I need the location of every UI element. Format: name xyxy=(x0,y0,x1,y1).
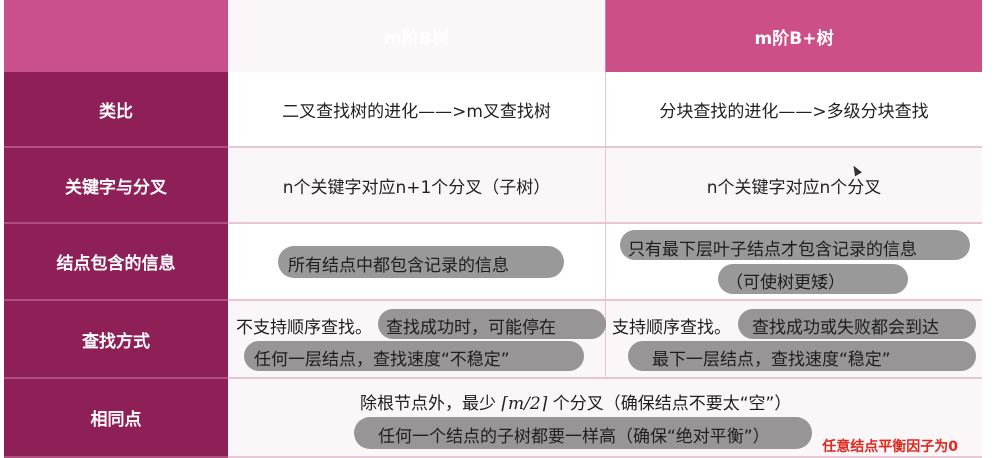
cell-text-line1a: 不支持顺序查找。 xyxy=(236,318,372,338)
row-label-node-info: 结点包含的信息 xyxy=(4,224,228,301)
cell-text-line1: 除根节点外，最少 ⌈m/2⌉ 个分叉（确保结点不要太“空”） xyxy=(360,389,791,414)
cell-b-keys: n个关键字对应n+1个分叉（子树） xyxy=(228,148,606,224)
cell-bplus-analogy: 分块查找的进化——>多级分块查找 xyxy=(606,72,982,148)
cell-bplus-search: 支持顺序查找。 查找成功或失败都会到达 最下一层结点，查找速度“稳定” xyxy=(606,301,982,379)
cell-text-line2: （可使树更矮） xyxy=(726,273,845,293)
header-b-tree: m阶B树 xyxy=(228,0,606,72)
cell-text-line1b: 查找成功或失败都会到达 xyxy=(752,318,939,338)
cell-text-line1: 只有最下层叶子结点才包含记录的信息 xyxy=(628,240,917,260)
cell-text-line1b: 查找成功时，可能停在 xyxy=(386,318,556,338)
cell-text-line2: 最下一层结点，查找速度“稳定” xyxy=(652,350,891,370)
cell-text-suffix: 个分叉（确保结点不要太“空”） xyxy=(547,394,792,414)
row-label-common: 相同点 xyxy=(4,379,228,458)
math-ceil-m-over-2: ⌈m/2⌉ xyxy=(501,394,548,414)
cell-b-info: 所有结点中都包含记录的信息 xyxy=(228,224,606,301)
comparison-table: m阶B树 m阶B+树 类比 二叉查找树的进化——>m叉查找树 分块查找的进化——… xyxy=(4,0,982,458)
cell-text-line1a: 支持顺序查找。 xyxy=(612,318,731,338)
cell-b-analogy: 二叉查找树的进化——>m叉查找树 xyxy=(228,72,606,148)
cell-text-line2: 任何一层结点，查找速度“不稳定” xyxy=(254,350,510,370)
cell-text-prefix: 除根节点外，最少 xyxy=(360,394,502,414)
cell-bplus-info: 只有最下层叶子结点才包含记录的信息 （可使树更矮） xyxy=(606,224,982,301)
cell-bplus-keys: n个关键字对应n个分叉 xyxy=(606,148,982,224)
row-label-analogy: 类比 xyxy=(4,72,228,148)
row-label-search: 查找方式 xyxy=(4,301,228,379)
header-bplus-tree: m阶B+树 xyxy=(606,0,982,72)
cell-text: 所有结点中都包含记录的信息 xyxy=(288,256,509,276)
annotation-note: 任意结点平衡因子为0 xyxy=(822,439,958,455)
row-label-keys-branches: 关键字与分叉 xyxy=(4,148,228,224)
cell-b-search: 不支持顺序查找。 查找成功时，可能停在 任何一层结点，查找速度“不稳定” xyxy=(228,301,606,379)
cell-text-line2: 任何一个结点的子树都要一样高（确保“绝对平衡”） xyxy=(378,427,770,447)
header-corner xyxy=(4,0,228,72)
